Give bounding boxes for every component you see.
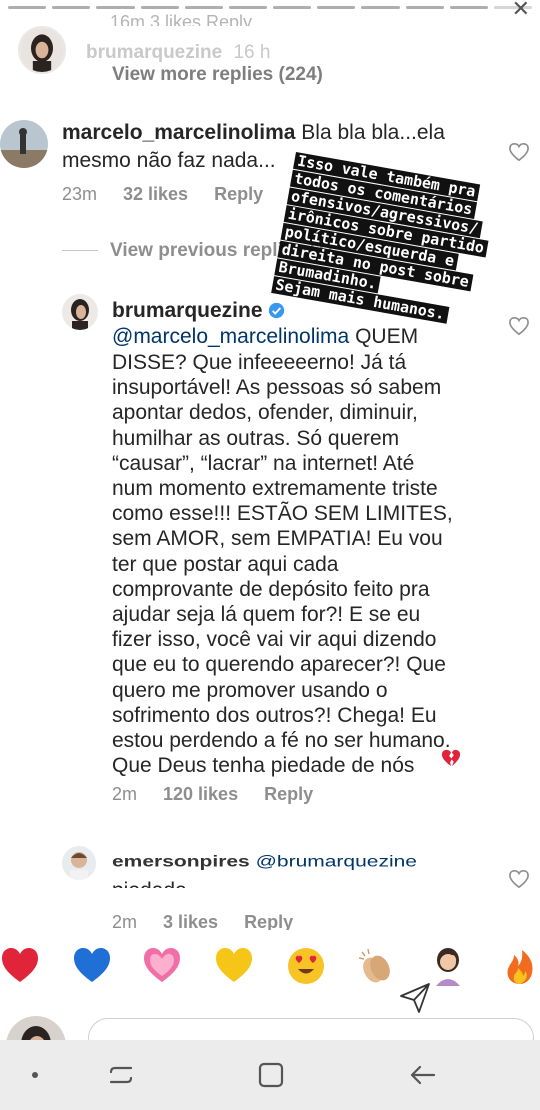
view-more-replies-label: View more replies (224) <box>112 64 323 85</box>
like-heart-icon[interactable] <box>508 142 530 162</box>
comment-meta: 2m 3 likes Reply <box>112 912 293 930</box>
comment-text-line: sem AMOR, sem EMPATIA! Eu vou <box>112 527 443 551</box>
clapping-hands-icon[interactable] <box>356 946 396 986</box>
story-progress-segment <box>273 6 312 9</box>
comment-text: QUEM <box>349 325 419 348</box>
comment-likes[interactable]: 32 likes <box>123 184 188 205</box>
story-progress-segment <box>8 6 47 9</box>
verified-badge-icon <box>268 300 285 319</box>
comment-time: 2m <box>112 784 138 804</box>
avatar[interactable] <box>62 846 96 880</box>
view-more-replies-link[interactable]: View more replies (224) <box>112 64 323 86</box>
comment-text-line: comprovante de depósito feito pra <box>112 577 430 601</box>
send-icon[interactable] <box>397 980 433 1016</box>
comment-text-line: Que Deus tenha piedade de nós <box>112 754 415 778</box>
comment-username[interactable]: marcelo_marcelinolima <box>62 121 295 144</box>
comment-text-line: mesmo não faz nada... <box>62 149 276 172</box>
comment-text-line: quero me promover usando o <box>112 678 388 702</box>
comment-time: 2m <box>112 912 138 930</box>
comment-mention[interactable]: @brumarquezine <box>256 853 417 870</box>
blue-heart-icon[interactable] <box>72 946 112 986</box>
story-progress-segment <box>140 6 179 9</box>
sparkling-heart-icon[interactable] <box>142 946 182 986</box>
dot-icon[interactable] <box>20 1060 50 1090</box>
story-progress-segment <box>228 6 268 9</box>
comment-time: 23m <box>62 184 98 204</box>
yellow-heart-icon[interactable] <box>214 946 254 986</box>
story-progress-segment <box>361 6 400 9</box>
faded-comment-meta: 16m 3 likes Reply <box>110 12 253 26</box>
avatar[interactable] <box>0 120 48 168</box>
story-progress-segment <box>449 6 488 9</box>
story-progress-segment <box>96 6 135 9</box>
parent-username[interactable]: brumarquezine <box>86 42 222 63</box>
comment-mention[interactable]: @marcelo_marcelinolima <box>112 325 349 348</box>
story-progress-segment <box>52 6 91 9</box>
comment-meta: 23m 32 likes Reply <box>62 184 263 205</box>
story-text-sticker: Isso vale também pra todos os comentários… <box>271 152 540 337</box>
comment-text-line: ajudar seja lá quem for?! E se eu <box>112 603 421 626</box>
avatar[interactable] <box>18 26 66 74</box>
reply-button[interactable]: Reply <box>214 184 263 205</box>
reply-button[interactable]: Reply <box>264 784 313 805</box>
reply-button[interactable]: Reply <box>244 912 293 930</box>
comment-text-line: estou perdendo a fé no ser humano. <box>112 729 451 752</box>
comment-text-line: “causar”, “lacrar” na internet! Até <box>112 451 415 475</box>
parent-comment-header: brumarquezine 16 h <box>86 40 270 65</box>
parent-time: 16 h <box>233 42 271 63</box>
comment-text-line: fizer isso, você vai vir aqui dizendo <box>112 628 437 652</box>
comment-meta: 2m 120 likes Reply <box>112 784 313 805</box>
comment-text-line: apontar dedos, ofender, diminuir, <box>112 401 418 425</box>
story-progress-bars <box>0 4 540 12</box>
comment-text-line: emersonpires @brumarquezine <box>112 852 417 871</box>
comment-username-row: brumarquezine <box>112 298 285 323</box>
more-options-icon[interactable] <box>500 988 510 1018</box>
comment-text-line: insuportável! As pessoas só sabem <box>112 376 442 400</box>
face-palm-icon[interactable] <box>428 946 468 986</box>
story-progress-segment <box>405 6 444 9</box>
avatar[interactable] <box>62 294 98 330</box>
comment-username[interactable]: brumarquezine <box>112 299 263 322</box>
close-icon[interactable]: ✕ <box>512 0 530 20</box>
like-heart-icon[interactable] <box>508 869 530 889</box>
home-icon[interactable] <box>256 1060 286 1090</box>
story-progress-segment <box>317 6 356 9</box>
comment-text-line: DISSE? Que infeeeeerno! Já tá <box>112 351 407 374</box>
broken-heart-icon <box>440 748 462 775</box>
story-progress-segment <box>184 6 223 9</box>
comment-likes[interactable]: 120 likes <box>163 784 238 805</box>
heart-eyes-icon[interactable] <box>286 946 326 986</box>
comment-text-line: marcelo_marcelinolima Bla bla bla...ela <box>62 120 445 145</box>
comment-text-line: sofrimento dos outros?! Chega! Eu <box>112 703 437 727</box>
comment-text-line: humilhar as outras. Só querem <box>112 426 400 450</box>
red-heart-icon[interactable] <box>0 946 40 986</box>
comment-text-line: como esse!!! ESTÃO SEM LIMITES, <box>112 502 453 526</box>
back-icon[interactable] <box>408 1060 438 1090</box>
comment-text-line: num momento extremamente triste <box>112 477 438 500</box>
comment-text-line: que eu to querendo aparecer?! Que <box>112 653 446 677</box>
emoji-reaction-bar <box>0 940 540 1002</box>
comment-text-line: ter que postar aqui cada <box>112 552 339 576</box>
divider <box>62 250 98 252</box>
comment-likes[interactable]: 3 likes <box>163 912 218 930</box>
comment-text-line: piedade <box>112 878 187 888</box>
recent-apps-icon[interactable] <box>106 1060 136 1090</box>
comment-username[interactable]: emersonpires <box>112 853 250 870</box>
comment-text-line: @marcelo_marcelinolima QUEM <box>112 324 418 349</box>
comment-text: Bla bla bla...ela <box>301 121 445 144</box>
system-nav-bar <box>0 1040 540 1110</box>
fire-icon[interactable] <box>500 946 540 986</box>
